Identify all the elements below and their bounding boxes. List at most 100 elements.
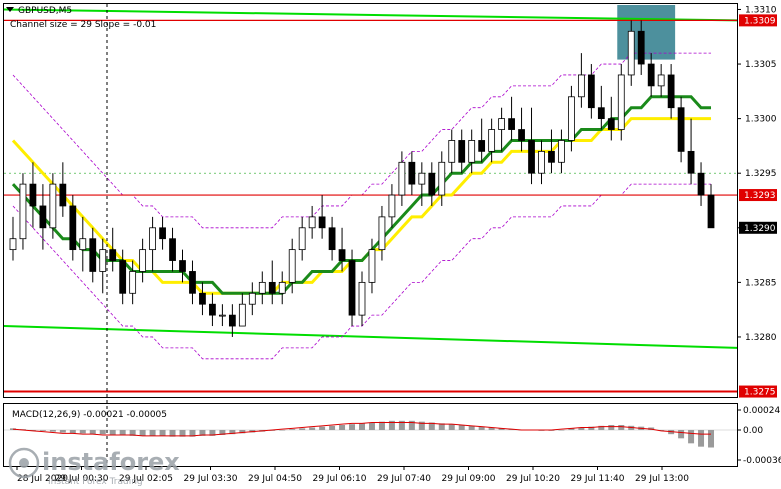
macd-bar — [39, 430, 46, 431]
candle-body — [199, 292, 206, 305]
candle-body — [458, 140, 466, 163]
time-tick-label: 29 Jul 09:00 — [442, 474, 496, 484]
candle-body — [488, 129, 496, 152]
candle-body — [647, 63, 655, 87]
candle-body — [558, 140, 565, 163]
macd-bar — [109, 430, 116, 435]
price-label-text: 1.3275 — [744, 388, 776, 398]
candle-body — [69, 205, 77, 251]
candle-body — [448, 140, 456, 163]
highlight-zone — [617, 5, 676, 60]
candle-body — [89, 238, 97, 272]
time-tick-label: 29 Jul 13:00 — [635, 474, 689, 484]
candle-body — [268, 281, 276, 294]
price-tick-label: 1.3285 — [745, 278, 777, 288]
candle-body — [288, 249, 296, 283]
candle-body — [577, 74, 585, 98]
macd-bar — [339, 425, 346, 430]
candle-body — [548, 150, 555, 163]
candle-body — [219, 314, 226, 317]
logo-dot-icon — [19, 458, 29, 468]
candle-body — [597, 107, 605, 120]
macd-bar — [608, 425, 615, 430]
price-tick-label: 1.3280 — [745, 333, 777, 343]
candle-body — [438, 161, 446, 196]
candle-body — [348, 260, 356, 316]
watermark-brand: instaforex — [42, 448, 180, 476]
candle-body — [119, 260, 127, 294]
trading-chart[interactable]: GBPUSD,M5 Channel size = 29 Slope = -0.0… — [0, 0, 781, 489]
candle-body — [49, 183, 57, 229]
candle-body — [9, 238, 17, 251]
candle-body — [498, 118, 505, 130]
candle-body — [468, 140, 476, 163]
candle-body — [298, 227, 306, 251]
candle-body — [308, 216, 316, 229]
candle-body — [258, 281, 266, 294]
candle-body — [59, 183, 67, 207]
candle-body — [518, 129, 525, 141]
candle-body — [338, 249, 346, 261]
macd-bar — [329, 425, 336, 430]
candle-body — [19, 183, 27, 240]
candle-body — [617, 74, 625, 130]
candle-body — [538, 150, 545, 174]
candle-body — [378, 216, 386, 251]
macd-bar — [688, 430, 695, 444]
candle-body — [627, 30, 635, 76]
main-chart-frame — [3, 3, 738, 398]
candle-body — [587, 74, 595, 109]
macd-bar — [349, 424, 356, 430]
candle-body — [278, 281, 286, 294]
candle-body — [159, 227, 166, 240]
candle-body — [637, 30, 645, 65]
time-tick-label: 29 Jul 04:50 — [248, 474, 302, 484]
macd-bar — [159, 430, 166, 436]
macd-bar — [119, 430, 126, 435]
candle-body — [238, 303, 246, 327]
macd-bar — [309, 427, 316, 430]
price-tick-label: 1.3295 — [745, 169, 777, 179]
macd-bar — [49, 430, 56, 432]
candle-body — [129, 271, 137, 294]
candle-body — [189, 271, 196, 294]
macd-bar — [59, 430, 66, 433]
macd-tick-label: 0.00 — [743, 426, 763, 436]
candle-body — [568, 96, 575, 141]
candle-body — [398, 161, 406, 196]
candle-body — [228, 314, 236, 327]
candle-body — [39, 205, 47, 229]
macd-tick-label: 0.00024 — [743, 406, 780, 416]
candle-body — [149, 227, 156, 251]
macd-bar — [448, 424, 455, 430]
candle-body — [607, 118, 615, 130]
candle-body — [318, 216, 326, 229]
macd-bar — [299, 428, 306, 430]
highlight-rect — [617, 5, 676, 60]
macd-bar — [368, 422, 375, 430]
candle-body — [179, 260, 186, 272]
macd-bar — [89, 430, 96, 435]
price-axis: 1.3310 1.3305 1.3300 1.3295 1.3290 1.3285 1.32… — [737, 5, 777, 343]
candle-body — [528, 140, 535, 174]
candle-body — [109, 249, 117, 261]
macd-bar — [289, 429, 296, 430]
macd-bar — [708, 430, 715, 448]
time-tick-label: 29 Jul 06:10 — [313, 474, 367, 484]
macd-bar — [319, 426, 326, 430]
indicator-info: Channel size = 29 Slope = -0.01 — [10, 20, 156, 30]
candle-body — [667, 74, 675, 109]
price-tick-label: 1.3300 — [745, 115, 777, 125]
candle-body — [139, 249, 147, 272]
watermark-tagline: Instant Forex Trading — [48, 477, 143, 487]
macd-bar — [558, 430, 565, 431]
candle-body — [209, 303, 216, 316]
price-tick-label: 1.3310 — [745, 5, 777, 15]
candle-body — [328, 227, 336, 251]
candle-body — [418, 172, 426, 185]
candle-body — [508, 118, 515, 130]
price-label-text: 1.3293 — [744, 191, 776, 201]
candle-body — [358, 281, 366, 316]
candle-body — [687, 150, 695, 174]
macd-bar — [458, 425, 465, 430]
